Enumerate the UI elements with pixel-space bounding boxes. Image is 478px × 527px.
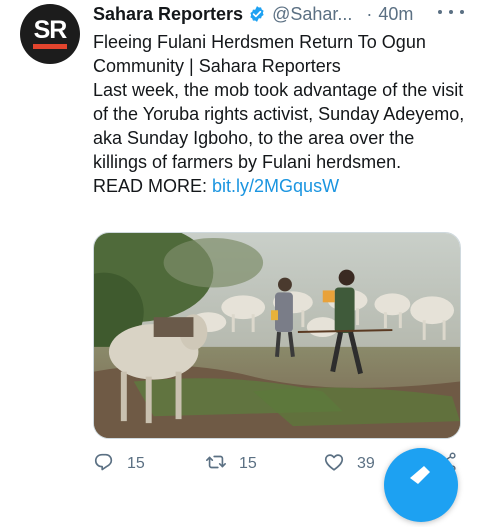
avatar-text: SR xyxy=(33,16,68,44)
tweet-text: Fleeing Fulani Herdsmen Return To Ogun C… xyxy=(93,30,468,198)
retweet-count: 15 xyxy=(239,455,257,472)
retweet-icon xyxy=(205,451,227,478)
author-handle[interactable]: @Sahar... xyxy=(272,4,352,25)
reply-button[interactable]: 15 xyxy=(93,452,145,476)
like-count: 39 xyxy=(357,455,375,472)
compose-fab[interactable] xyxy=(384,448,458,522)
tweet-time[interactable]: 40m xyxy=(378,4,413,25)
read-more-line: READ MORE: bit.ly/2MGqusW xyxy=(93,174,468,198)
compose-icon xyxy=(410,466,430,484)
avatar[interactable]: SR xyxy=(20,4,80,64)
retweet-button[interactable]: 15 xyxy=(205,452,257,476)
reply-icon xyxy=(93,451,115,478)
tweet-image[interactable] xyxy=(93,232,461,439)
article-link[interactable]: bit.ly/2MGqusW xyxy=(212,176,339,196)
like-button[interactable]: 39 xyxy=(323,452,375,476)
avatar-logo: SR xyxy=(33,16,68,49)
more-options-icon[interactable] xyxy=(438,3,464,21)
heart-icon xyxy=(323,451,345,478)
tweet-header: Sahara Reporters @Sahar... · 40m xyxy=(93,3,465,25)
avatar-underline xyxy=(33,44,67,49)
herdsmen-photo xyxy=(94,233,460,438)
reply-count: 15 xyxy=(127,455,145,472)
read-more-label: READ MORE: xyxy=(93,176,208,196)
separator-dot: · xyxy=(366,3,373,24)
verified-badge-icon xyxy=(248,5,266,23)
tweet-headline: Fleeing Fulani Herdsmen Return To Ogun C… xyxy=(93,32,426,76)
tweet-body: Last week, the mob took advantage of the… xyxy=(93,80,465,172)
author-name[interactable]: Sahara Reporters xyxy=(93,4,243,25)
